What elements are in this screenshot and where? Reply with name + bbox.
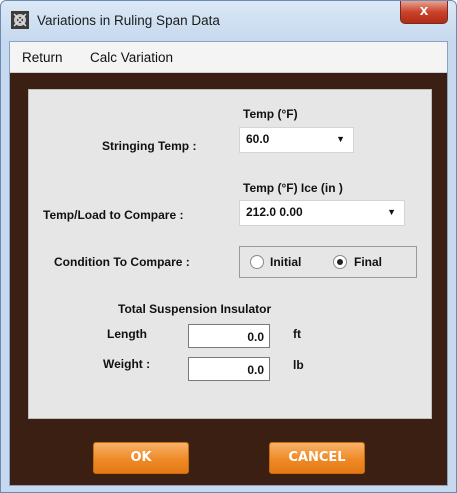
compare-load-label: Temp/Load to Compare : — [43, 208, 184, 222]
stringing-temp-header: Temp (°F) — [243, 107, 298, 121]
condition-radio-group: Initial Final — [239, 246, 417, 278]
ok-button[interactable]: OK — [93, 442, 189, 474]
compare-load-value: 212.0 0.00 — [246, 205, 303, 219]
form-panel: Temp (°F) Stringing Temp : 60.0 ▼ Temp (… — [28, 89, 432, 419]
compare-load-select[interactable]: 212.0 0.00 ▼ — [239, 200, 405, 226]
window-title: Variations in Ruling Span Data — [37, 13, 220, 28]
title-bar[interactable]: Variations in Ruling Span Data x — [1, 1, 456, 41]
condition-label: Condition To Compare : — [54, 255, 190, 269]
client-area: Return Calc Variation Temp (°F) Stringin… — [9, 41, 448, 486]
menu-item-calc-variation[interactable]: Calc Variation — [90, 50, 173, 65]
weight-label: Weight : — [103, 357, 151, 371]
length-label: Length — [107, 327, 147, 341]
length-unit: ft — [293, 327, 301, 341]
dropdown-arrow-icon: ▼ — [336, 134, 345, 144]
radio-selected-dot — [337, 259, 343, 265]
initial-radio-label[interactable]: Initial — [270, 255, 301, 269]
app-logo-icon — [11, 11, 29, 29]
weight-value: 0.0 — [247, 363, 264, 377]
dropdown-arrow-icon: ▼ — [387, 207, 396, 217]
initial-radio[interactable] — [250, 255, 264, 269]
close-button[interactable]: x — [400, 1, 448, 24]
compare-load-header: Temp (°F) Ice (in ) — [243, 181, 343, 195]
final-radio-label[interactable]: Final — [354, 255, 382, 269]
length-value: 0.0 — [247, 330, 264, 344]
weight-unit: lb — [293, 358, 304, 372]
stringing-temp-label: Stringing Temp : — [102, 139, 197, 153]
menu-item-return[interactable]: Return — [22, 50, 63, 65]
weight-input[interactable]: 0.0 — [188, 357, 270, 381]
insulator-heading: Total Suspension Insulator — [118, 302, 272, 316]
menu-bar: Return Calc Variation — [10, 42, 447, 73]
cancel-button[interactable]: CANCEL — [269, 442, 365, 474]
length-input[interactable]: 0.0 — [188, 324, 270, 348]
dialog-window: Variations in Ruling Span Data x Return … — [0, 0, 457, 493]
final-radio[interactable] — [333, 255, 347, 269]
stringing-temp-value: 60.0 — [246, 132, 270, 146]
stringing-temp-select[interactable]: 60.0 ▼ — [239, 127, 354, 153]
